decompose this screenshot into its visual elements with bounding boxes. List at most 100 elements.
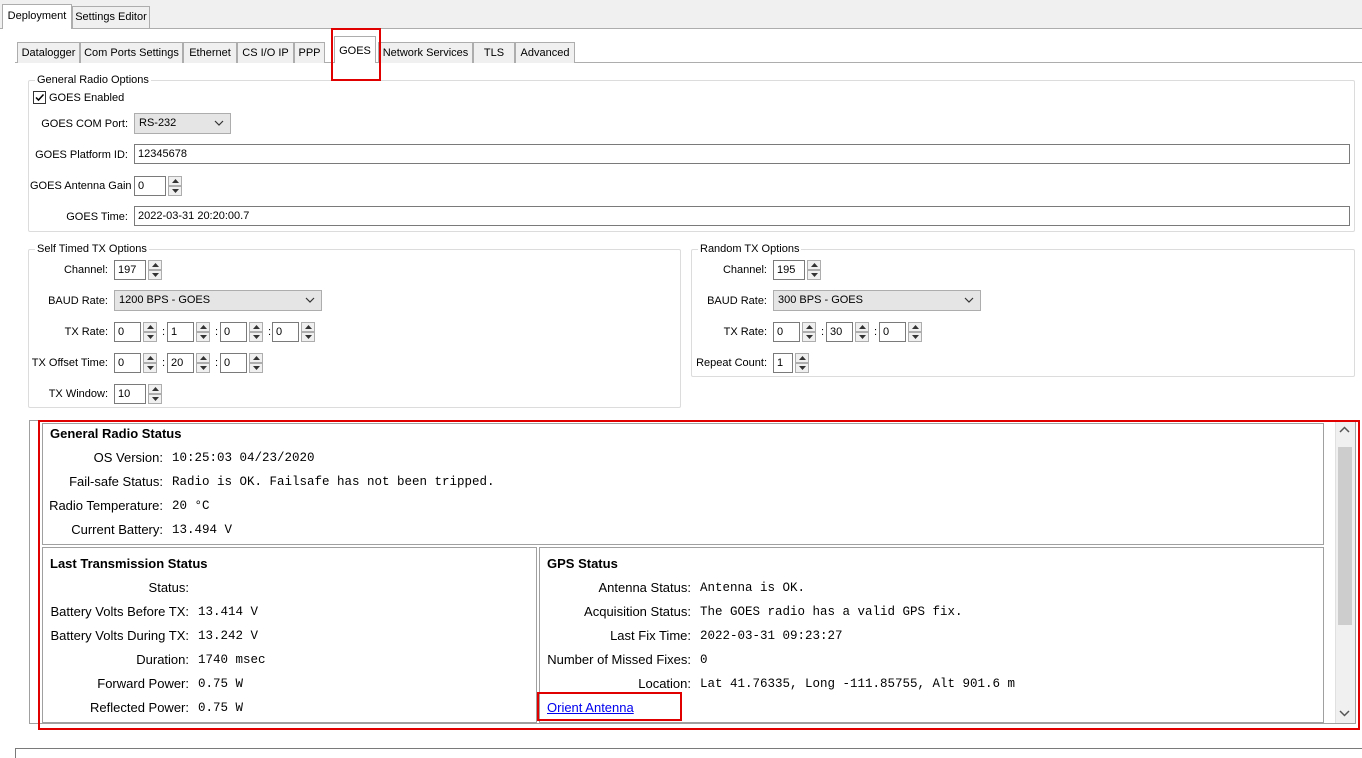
self-tx-window-spinner[interactable] <box>148 384 162 404</box>
tab-ppp[interactable]: PPP <box>294 42 325 63</box>
tab-ethernet[interactable]: Ethernet <box>183 42 237 63</box>
random-tx-rate-hours-spinner[interactable] <box>802 322 816 342</box>
time-separator: : <box>162 357 166 369</box>
scroll-down-icon[interactable] <box>1338 708 1351 718</box>
spin-down-icon[interactable] <box>168 186 182 196</box>
self-baud-select[interactable]: 1200 BPS - GOES <box>114 290 322 311</box>
spin-up-icon[interactable] <box>143 353 157 363</box>
spin-down-icon[interactable] <box>148 270 162 280</box>
spin-down-icon[interactable] <box>196 363 210 373</box>
orient-antenna-link[interactable]: Orient Antenna <box>547 700 634 716</box>
spin-up-icon[interactable] <box>249 353 263 363</box>
goes-antenna-gain-field[interactable]: 0 <box>134 176 166 196</box>
tab-settings-editor[interactable]: Settings Editor <box>72 6 150 28</box>
failsafe-status-label: Fail-safe Status: <box>69 474 163 489</box>
spin-up-icon[interactable] <box>148 260 162 270</box>
random-tx-rate-seconds-spinner[interactable] <box>908 322 922 342</box>
self-baud-value: 1200 BPS - GOES <box>119 294 211 306</box>
random-baud-value: 300 BPS - GOES <box>778 294 863 306</box>
random-repeat-field[interactable]: 1 <box>773 353 793 373</box>
random-channel-spinner[interactable] <box>807 260 821 280</box>
spin-down-icon[interactable] <box>148 394 162 404</box>
spin-up-icon[interactable] <box>249 322 263 332</box>
top-tabbar-background <box>0 0 1362 29</box>
goes-com-port-select[interactable]: RS-232 <box>134 113 231 134</box>
goes-com-port-label: GOES COM Port: <box>41 118 128 130</box>
spin-down-icon[interactable] <box>249 363 263 373</box>
spin-down-icon[interactable] <box>855 332 869 342</box>
spin-down-icon[interactable] <box>196 332 210 342</box>
spin-down-icon[interactable] <box>143 363 157 373</box>
self-tx-offset-minutes-field[interactable]: 20 <box>167 353 194 373</box>
self-tx-offset-seconds-field[interactable]: 0 <box>220 353 247 373</box>
tab-goes[interactable]: GOES <box>334 36 376 63</box>
self-tx-rate-minutes-spinner[interactable] <box>196 322 210 342</box>
last-fix-time-value: 2022-03-31 09:23:27 <box>700 629 843 643</box>
time-separator: : <box>268 326 272 338</box>
self-tx-offset-seconds-spinner[interactable] <box>249 353 263 373</box>
goes-enabled-checkbox[interactable] <box>33 91 46 104</box>
self-timed-tx-legend: Self Timed TX Options <box>35 242 149 256</box>
self-tx-offset-minutes-spinner[interactable] <box>196 353 210 373</box>
spin-down-icon[interactable] <box>807 270 821 280</box>
tab-deployment[interactable]: Deployment <box>2 4 72 29</box>
self-tx-rate-seconds-spinner[interactable] <box>249 322 263 342</box>
self-tx-rate-fraction-spinner[interactable] <box>301 322 315 342</box>
tab-tls[interactable]: TLS <box>473 42 515 63</box>
radio-temperature-label: Radio Temperature: <box>49 498 163 513</box>
spin-up-icon[interactable] <box>807 260 821 270</box>
spin-up-icon[interactable] <box>196 322 210 332</box>
random-channel-field[interactable]: 195 <box>773 260 805 280</box>
goes-antenna-gain-label: GOES Antenna Gain <box>30 180 132 192</box>
spin-up-icon[interactable] <box>301 322 315 332</box>
spin-up-icon[interactable] <box>855 322 869 332</box>
random-tx-rate-minutes-field[interactable]: 30 <box>826 322 853 342</box>
spin-up-icon[interactable] <box>143 322 157 332</box>
time-separator: : <box>162 326 166 338</box>
tab-datalogger[interactable]: Datalogger <box>17 42 80 63</box>
acquisition-status-label: Acquisition Status: <box>584 604 691 619</box>
battery-during-tx-label: Battery Volts During TX: <box>50 628 190 643</box>
spin-down-icon[interactable] <box>795 363 809 373</box>
spin-up-icon[interactable] <box>908 322 922 332</box>
random-tx-rate-minutes-spinner[interactable] <box>855 322 869 342</box>
self-channel-field[interactable]: 197 <box>114 260 146 280</box>
self-tx-rate-seconds-field[interactable]: 0 <box>220 322 247 342</box>
self-tx-rate-hours-field[interactable]: 0 <box>114 322 141 342</box>
random-tx-rate-hours-field[interactable]: 0 <box>773 322 800 342</box>
goes-antenna-gain-spinner[interactable] <box>168 176 182 196</box>
random-baud-select[interactable]: 300 BPS - GOES <box>773 290 981 311</box>
goes-platform-id-field[interactable]: 12345678 <box>134 144 1350 164</box>
scroll-up-icon[interactable] <box>1338 425 1351 435</box>
spin-up-icon[interactable] <box>168 176 182 186</box>
self-tx-offset-hours-field[interactable]: 0 <box>114 353 141 373</box>
spin-down-icon[interactable] <box>143 332 157 342</box>
self-tx-rate-hours-spinner[interactable] <box>143 322 157 342</box>
self-tx-offset-hours-spinner[interactable] <box>143 353 157 373</box>
spin-up-icon[interactable] <box>148 384 162 394</box>
failsafe-status-value: Radio is OK. Failsafe has not been tripp… <box>172 475 495 489</box>
tab-com-ports-settings[interactable]: Com Ports Settings <box>80 42 183 63</box>
spin-down-icon[interactable] <box>301 332 315 342</box>
self-channel-spinner[interactable] <box>148 260 162 280</box>
tab-cs-io-ip[interactable]: CS I/O IP <box>237 42 294 63</box>
self-tx-rate-minutes-field[interactable]: 1 <box>167 322 194 342</box>
spin-up-icon[interactable] <box>802 322 816 332</box>
duration-label: Duration: <box>136 652 189 667</box>
tab-advanced[interactable]: Advanced <box>515 42 575 63</box>
spin-up-icon[interactable] <box>196 353 210 363</box>
spin-down-icon[interactable] <box>249 332 263 342</box>
spin-up-icon[interactable] <box>795 353 809 363</box>
scrollbar-thumb[interactable] <box>1338 447 1352 625</box>
spin-down-icon[interactable] <box>802 332 816 342</box>
tab-network-services[interactable]: Network Services <box>378 42 473 63</box>
random-repeat-spinner[interactable] <box>795 353 809 373</box>
random-tx-rate-seconds-field[interactable]: 0 <box>879 322 906 342</box>
goes-time-field[interactable]: 2022-03-31 20:20:00.7 <box>134 206 1350 226</box>
self-tx-window-field[interactable]: 10 <box>114 384 146 404</box>
self-tx-rate-fraction-field[interactable]: 0 <box>272 322 299 342</box>
missed-fixes-value: 0 <box>700 653 708 667</box>
goes-enabled-label: GOES Enabled <box>49 92 125 104</box>
location-value: Lat 41.76335, Long -111.85755, Alt 901.6… <box>700 677 1016 691</box>
spin-down-icon[interactable] <box>908 332 922 342</box>
